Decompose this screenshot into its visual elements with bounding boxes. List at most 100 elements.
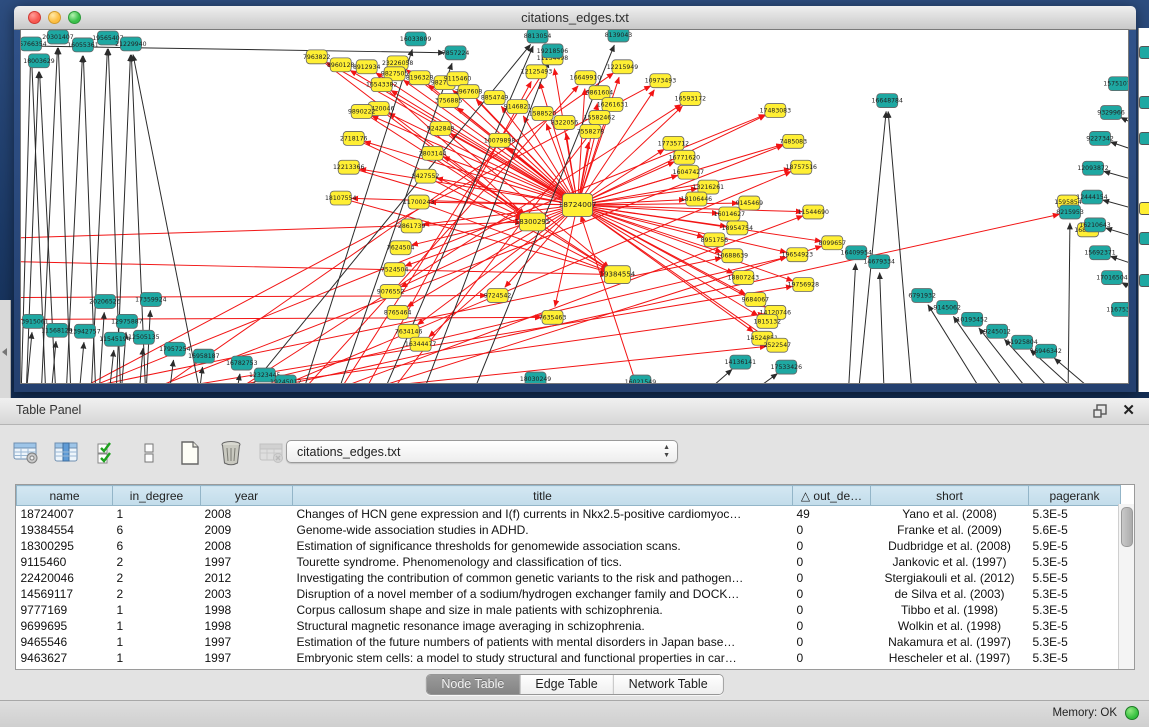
graph-edge[interactable] (26, 72, 39, 383)
table-cell[interactable]: 0 (793, 634, 871, 650)
table-row[interactable]: 2242004622012Investigating the contribut… (17, 570, 1121, 586)
attribute-table[interactable]: namein_degreeyeartitle△ out_de…shortpage… (16, 485, 1121, 666)
graph-node[interactable]: 10688639 (717, 249, 748, 263)
network-graph[interactable]: 7963822896012889129342322605898275051654… (21, 30, 1128, 383)
table-cell[interactable]: 5.6E-5 (1029, 522, 1121, 538)
graph-node[interactable]: 18003629 (23, 54, 54, 68)
graph-edge[interactable] (1054, 358, 1100, 383)
table-row[interactable]: 946362711997Embryonic stem cells: a mode… (17, 650, 1121, 666)
column-header-pagerank[interactable]: pagerank (1029, 486, 1121, 506)
network-view-window[interactable]: citations_edges.txt 79638228960128891293… (14, 6, 1136, 392)
table-cell[interactable]: 14569117 (17, 586, 113, 602)
table-source-dropdown[interactable]: citations_edges.txt ▲▼ (286, 440, 678, 463)
table-cell[interactable]: 2 (113, 554, 201, 570)
graph-node[interactable]: 8960128 (327, 58, 355, 72)
table-row[interactable]: 911546021997Tourette syndrome. Phenomeno… (17, 554, 1121, 570)
graph-edge[interactable] (880, 273, 885, 383)
table-cell[interactable]: 6 (113, 538, 201, 554)
graph-node[interactable]: 18954754 (722, 221, 753, 235)
graph-node[interactable]: 8322056 (551, 116, 579, 130)
graph-node[interactable]: 1815132 (754, 314, 782, 328)
graph-node[interactable]: 19654923 (782, 248, 813, 262)
graph-node[interactable]: 8196328 (406, 71, 434, 85)
graph-edge[interactable] (1103, 200, 1128, 209)
table-cell[interactable]: 5.9E-5 (1029, 538, 1121, 554)
table-cell[interactable]: 0 (793, 538, 871, 554)
graph-node[interactable]: 16648784 (872, 94, 903, 108)
graph-node[interactable]: 7857224 (442, 46, 470, 60)
graph-node[interactable]: 9115460 (444, 72, 472, 86)
table-cell[interactable]: 1 (113, 618, 201, 634)
graph-node[interactable] (1139, 202, 1149, 215)
graph-node[interactable]: 2803144 (419, 146, 447, 160)
graph-node[interactable]: 11544690 (798, 205, 829, 219)
graph-edge[interactable] (146, 310, 150, 383)
graph-node[interactable] (1139, 274, 1149, 287)
graph-node[interactable]: 2718176 (340, 131, 368, 145)
column-header-short[interactable]: short (871, 486, 1029, 506)
graph-node[interactable]: 18107554 (325, 191, 356, 205)
graph-node[interactable]: 12125493 (521, 65, 552, 79)
graph-node[interactable]: 18030249 (520, 372, 551, 383)
table-cell[interactable]: 5.3E-5 (1029, 506, 1121, 523)
table-cell[interactable]: 2 (113, 570, 201, 586)
graph-edge[interactable] (96, 286, 793, 383)
graph-node[interactable]: 9245012 (983, 324, 1011, 338)
table-cell[interactable]: Nakamura et al. (1997) (871, 634, 1029, 650)
graph-node[interactable]: 7524504 (381, 263, 409, 277)
float-panel-icon[interactable] (1093, 403, 1109, 419)
graph-node[interactable]: 16593172 (675, 92, 706, 106)
graph-node[interactable]: 6791932 (908, 289, 936, 303)
table-cell[interactable]: Stergiakouli et al. (2012) (871, 570, 1029, 586)
graph-node[interactable]: 12213366 (333, 160, 364, 174)
table-row[interactable]: 1830029562008Estimation of significance … (17, 538, 1121, 554)
graph-edge[interactable] (236, 374, 240, 383)
table-cell[interactable]: 0 (793, 570, 871, 586)
table-cell[interactable]: Wolkin et al. (1998) (871, 618, 1029, 634)
collapse-left-icon[interactable] (2, 348, 7, 356)
table-cell[interactable]: 1997 (201, 650, 293, 666)
column-header-out_de[interactable]: △ out_de… (793, 486, 871, 506)
graph-node[interactable]: 8951756 (701, 233, 729, 247)
table-cell[interactable]: 5.5E-5 (1029, 570, 1121, 586)
table-cell[interactable]: Yano et al. (2008) (871, 506, 1029, 523)
graph-node[interactable]: 8139043 (605, 30, 633, 42)
table-cell[interactable]: 9115460 (17, 554, 113, 570)
graph-node[interactable]: 14136141 (725, 355, 756, 369)
table-row[interactable]: 1456911722003Disruption of a novel membe… (17, 586, 1121, 602)
table-cell[interactable]: Structural magnetic resonance image aver… (293, 618, 793, 634)
graph-node[interactable]: 3756885 (435, 94, 463, 108)
table-cell[interactable]: 1 (113, 634, 201, 650)
graph-node[interactable] (1139, 232, 1149, 245)
table-row[interactable]: 946554611997Estimation of the future num… (17, 634, 1121, 650)
column-header-in_degree[interactable]: in_degree (113, 486, 201, 506)
graph-edge[interactable] (21, 317, 542, 319)
tab-network-table[interactable]: Network Table (614, 675, 723, 694)
table-cell[interactable]: Estimation of significance thresholds fo… (293, 538, 793, 554)
table-cell[interactable]: 6 (113, 522, 201, 538)
graph-node[interactable]: 8427552 (412, 169, 440, 183)
table-cell[interactable]: 2009 (201, 522, 293, 538)
graph-node[interactable]: 7635463 (539, 310, 567, 324)
column-visibility-icon[interactable] (51, 437, 83, 469)
graph-edge[interactable] (1104, 171, 1128, 180)
table-cell[interactable]: Tourette syndrome. Phenomenology and cla… (293, 554, 793, 570)
graph-edge[interactable] (1106, 228, 1128, 237)
table-cell[interactable]: 18724007 (17, 506, 113, 523)
graph-edge[interactable] (745, 374, 777, 383)
table-cell[interactable]: Jankovic et al. (1997) (871, 554, 1029, 570)
table-cell[interactable]: 0 (793, 586, 871, 602)
graph-node[interactable]: 16649910 (570, 71, 601, 85)
graph-node[interactable]: 8854749 (481, 91, 509, 105)
table-cell[interactable]: 2008 (201, 506, 293, 523)
close-panel-icon[interactable]: ✕ (1122, 401, 1135, 419)
graph-node[interactable]: 18300295 (515, 213, 551, 231)
table-cell[interactable]: 1 (113, 506, 201, 523)
graph-node[interactable]: 16033809 (400, 32, 431, 46)
table-cell[interactable]: 5.3E-5 (1029, 650, 1121, 666)
background-network-window[interactable] (1138, 28, 1149, 392)
table-cell[interactable]: Embryonic stem cells: a model to study s… (293, 650, 793, 666)
graph-edge[interactable] (1121, 117, 1128, 124)
table-cell[interactable]: 1 (113, 650, 201, 666)
graph-node[interactable]: 7624504 (387, 241, 415, 255)
